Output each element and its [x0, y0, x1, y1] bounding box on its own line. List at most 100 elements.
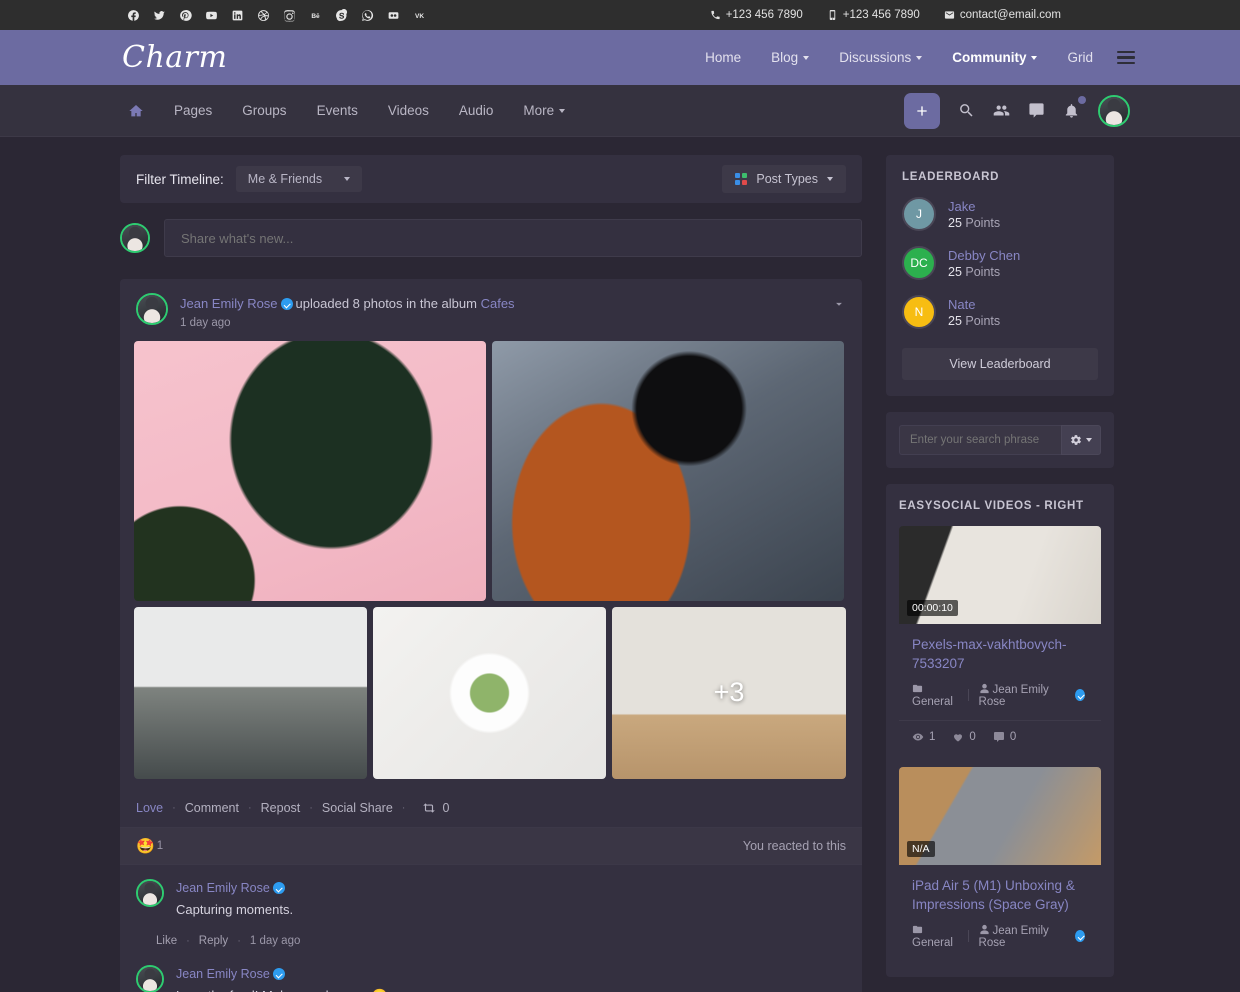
- comment-actions: Like · Reply · 1 day ago: [156, 935, 862, 947]
- photo-clothing-store[interactable]: [134, 606, 367, 779]
- comment-button[interactable]: Comment: [185, 801, 239, 815]
- search-icon[interactable]: [958, 102, 975, 119]
- post-author-avatar[interactable]: [136, 293, 168, 325]
- subnav-item-pages[interactable]: Pages: [174, 103, 212, 118]
- comment-avatar[interactable]: [136, 965, 164, 992]
- share-input[interactable]: [164, 219, 862, 257]
- mobile-contact[interactable]: +123 456 7890: [827, 9, 920, 21]
- user-avatar[interactable]: [1098, 94, 1130, 127]
- nav-grid[interactable]: Grid: [1067, 50, 1093, 65]
- messages-icon[interactable]: [1028, 102, 1045, 119]
- chevron-down-icon: [1031, 55, 1038, 60]
- search-options-button[interactable]: [1061, 425, 1101, 455]
- living-room-thumb[interactable]: 00:00:10: [899, 526, 1101, 624]
- view-leaderboard-button[interactable]: View Leaderboard: [902, 348, 1098, 380]
- dribbble-icon[interactable]: [256, 8, 270, 22]
- nav-discussions[interactable]: Discussions: [839, 50, 923, 65]
- phone-contact[interactable]: +123 456 7890: [710, 9, 803, 21]
- mobile-number: +123 456 7890: [842, 9, 920, 21]
- leaderboard-row[interactable]: J Jake 25 Points: [902, 197, 1098, 231]
- instagram-icon[interactable]: [282, 8, 296, 22]
- youtube-icon[interactable]: [204, 8, 218, 22]
- video-category[interactable]: General: [912, 924, 958, 949]
- love-button[interactable]: Love: [136, 801, 163, 815]
- photo-empty-room[interactable]: +3: [612, 606, 846, 779]
- reaction-emoji-heart-eyes-icon[interactable]: 🤩: [136, 837, 155, 855]
- leaderboard-points-unit: Points: [965, 313, 1001, 328]
- timeline-post: Jean Emily Rose uploaded 8 photos in the …: [120, 279, 862, 992]
- post-author-name[interactable]: Jean Emily Rose: [180, 296, 278, 311]
- vk-icon[interactable]: VK: [412, 8, 426, 22]
- subnav-item-groups[interactable]: Groups: [242, 103, 286, 118]
- comment-author[interactable]: Jean Emily Rose: [176, 967, 270, 981]
- post-header: Jean Emily Rose uploaded 8 photos in the …: [120, 279, 862, 341]
- notification-badge: [1078, 96, 1086, 104]
- subnav-item-videos[interactable]: Videos: [388, 103, 429, 118]
- video-category-label: General: [912, 936, 953, 949]
- action-separator: ·: [309, 801, 313, 814]
- leaderboard-name[interactable]: Jake: [948, 199, 1000, 214]
- subnav-item-events[interactable]: Events: [317, 103, 358, 118]
- retweet-icon: [423, 802, 436, 813]
- post-options-chevron-down-icon[interactable]: [832, 293, 846, 316]
- video-author[interactable]: Jean Emily Rose: [979, 924, 1062, 949]
- subnav-item-audio[interactable]: Audio: [459, 103, 494, 118]
- social-share-button[interactable]: Social Share: [322, 801, 393, 815]
- ipad-unboxing-thumb[interactable]: N/A: [899, 766, 1101, 865]
- filter-select[interactable]: Me & Friends: [235, 166, 363, 192]
- hamburger-menu-icon[interactable]: [1117, 50, 1135, 65]
- video-comments-count: 0: [1009, 730, 1017, 743]
- video-title[interactable]: Pexels-max-vakhtbovych-7533207: [912, 636, 1088, 674]
- flickr-icon[interactable]: [386, 8, 400, 22]
- comment-like-button[interactable]: Like: [156, 935, 177, 947]
- photo-rubber-plant-pink[interactable]: [134, 340, 486, 601]
- subnav-item-more[interactable]: More: [523, 103, 566, 118]
- home-icon[interactable]: [128, 103, 144, 119]
- site-logo[interactable]: Charm: [122, 42, 227, 73]
- photo-avocado-toast[interactable]: [373, 606, 606, 779]
- comment-avatar[interactable]: [136, 878, 164, 907]
- comment-reply-button[interactable]: Reply: [199, 935, 228, 947]
- email-contact[interactable]: contact@email.com: [944, 9, 1061, 21]
- leaderboard-name[interactable]: Debby Chen: [948, 248, 1020, 263]
- video-card[interactable]: N/A iPad Air 5 (M1) Unboxing & Impressio…: [899, 766, 1101, 961]
- post-album-link[interactable]: Cafes: [481, 296, 515, 311]
- create-post-button[interactable]: [904, 92, 940, 129]
- repost-count-group[interactable]: 0: [422, 801, 449, 815]
- video-category[interactable]: General: [912, 683, 958, 708]
- behance-icon[interactable]: Bē: [308, 8, 322, 22]
- nav-home[interactable]: Home: [705, 50, 741, 65]
- sidebar: LEADERBOARD J Jake 25 Points DC Debby Ch…: [886, 155, 1114, 992]
- post-types-button[interactable]: Post Types: [722, 165, 846, 193]
- facebook-icon[interactable]: [126, 8, 140, 22]
- heart-icon: [954, 734, 963, 742]
- search-input[interactable]: [899, 425, 1061, 455]
- post-action-text: uploaded 8 photos in the album: [295, 296, 477, 311]
- video-title[interactable]: iPad Air 5 (M1) Unboxing & Impressions (…: [912, 877, 1088, 915]
- pinterest-icon[interactable]: [178, 8, 192, 22]
- leaderboard-row[interactable]: N Nate 25 Points: [902, 295, 1098, 329]
- twitter-icon[interactable]: [152, 8, 166, 22]
- skype-icon[interactable]: [334, 8, 348, 22]
- repost-button[interactable]: Repost: [261, 801, 301, 815]
- nav-community[interactable]: Community: [952, 50, 1038, 65]
- more-photos-overlay[interactable]: +3: [612, 607, 846, 779]
- chevron-down-icon: [916, 55, 923, 60]
- video-card[interactable]: 00:00:10 Pexels-max-vakhtbovych-7533207 …: [899, 526, 1101, 753]
- leaderboard-name[interactable]: Nate: [948, 297, 1000, 312]
- whatsapp-icon[interactable]: [360, 8, 374, 22]
- linkedin-icon[interactable]: [230, 8, 244, 22]
- action-separator: ·: [237, 935, 241, 948]
- friends-icon[interactable]: [993, 102, 1010, 119]
- comment-text: Capturing moments.: [176, 901, 294, 917]
- leaderboard-row[interactable]: DC Debby Chen 25 Points: [902, 246, 1098, 280]
- brand-header: Charm Home Blog Discussions Community Gr…: [0, 30, 1240, 85]
- bell-icon[interactable]: [1063, 96, 1086, 119]
- nav-blog[interactable]: Blog: [771, 50, 810, 65]
- post-types-label: Post Types: [756, 172, 818, 186]
- comment-author[interactable]: Jean Emily Rose: [176, 881, 270, 895]
- post-types-icon: [735, 173, 748, 185]
- gear-icon: [1071, 435, 1081, 445]
- video-author[interactable]: Jean Emily Rose: [979, 683, 1062, 708]
- photo-photographer-camera[interactable]: [492, 340, 844, 601]
